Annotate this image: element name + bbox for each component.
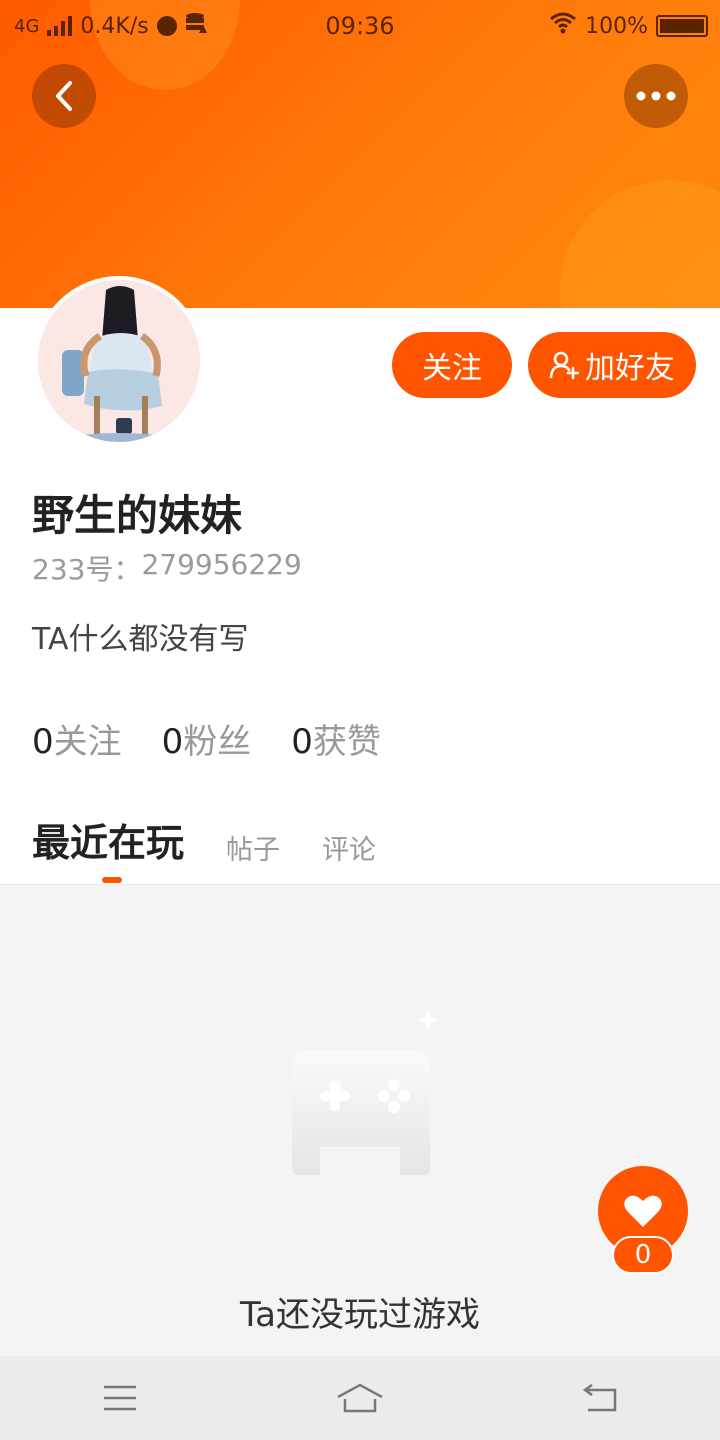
profile-bio: TA什么都没有写 bbox=[32, 622, 249, 657]
profile-tabs: 最近在玩 帖子 评论 bbox=[32, 812, 418, 867]
home-button[interactable] bbox=[320, 1368, 400, 1428]
avatar[interactable] bbox=[34, 276, 204, 446]
empty-state-text: Ta还没玩过游戏 bbox=[240, 1295, 480, 1335]
battery-percent: 100% bbox=[585, 13, 648, 39]
battery-icon bbox=[656, 15, 708, 37]
banner-decoration bbox=[560, 180, 720, 308]
more-button[interactable] bbox=[624, 64, 688, 128]
tab-recently-played[interactable]: 最近在玩 bbox=[32, 812, 184, 867]
stat-count: 0 bbox=[291, 722, 313, 762]
profile-id-label: 233号： bbox=[32, 553, 142, 586]
home-icon bbox=[337, 1383, 383, 1413]
stat-following[interactable]: 0 关注 bbox=[32, 714, 122, 763]
like-count: 0 bbox=[612, 1236, 674, 1274]
stat-fans[interactable]: 0 粉丝 bbox=[162, 714, 252, 763]
tab-comments[interactable]: 评论 bbox=[322, 828, 376, 867]
follow-button[interactable]: 关注 bbox=[392, 332, 512, 398]
add-user-icon bbox=[549, 351, 579, 380]
wifi-icon bbox=[549, 12, 577, 40]
heart-icon bbox=[624, 1195, 662, 1227]
add-friend-button-label: 加好友 bbox=[585, 351, 675, 386]
tab-posts[interactable]: 帖子 bbox=[226, 828, 280, 867]
add-friend-button[interactable]: 加好友 bbox=[528, 332, 696, 398]
more-dots-icon bbox=[636, 91, 676, 101]
profile-id-value: 279956229 bbox=[141, 548, 302, 581]
stat-count: 0 bbox=[161, 722, 184, 762]
menu-button[interactable] bbox=[80, 1368, 160, 1428]
avatar-illustration bbox=[38, 280, 200, 442]
tab-active-indicator bbox=[102, 877, 122, 883]
back-button[interactable] bbox=[32, 64, 96, 128]
profile-id: 233号： 279956229 bbox=[32, 548, 302, 588]
profile-name: 野生的妹妹 bbox=[32, 491, 243, 540]
status-bar: 4G 0.4K/s 09:36 100% bbox=[0, 0, 720, 50]
chevron-left-icon bbox=[56, 81, 72, 111]
profile-stats: 0 关注 0 粉丝 0 获赞 bbox=[32, 714, 381, 763]
stat-label: 粉丝 bbox=[183, 722, 252, 762]
gamepad-icon bbox=[292, 1009, 439, 1175]
stat-count: 0 bbox=[32, 722, 54, 762]
stat-likes[interactable]: 0 获赞 bbox=[291, 714, 381, 763]
menu-icon bbox=[104, 1385, 136, 1411]
back-nav-button[interactable] bbox=[560, 1368, 640, 1428]
tab-content: Ta还没玩过游戏 bbox=[0, 884, 720, 1356]
stat-label: 关注 bbox=[53, 722, 122, 762]
system-nav-bar bbox=[0, 1356, 720, 1440]
return-icon bbox=[582, 1384, 617, 1412]
follow-button-label: 关注 bbox=[422, 351, 482, 386]
stat-label: 获赞 bbox=[312, 722, 381, 762]
